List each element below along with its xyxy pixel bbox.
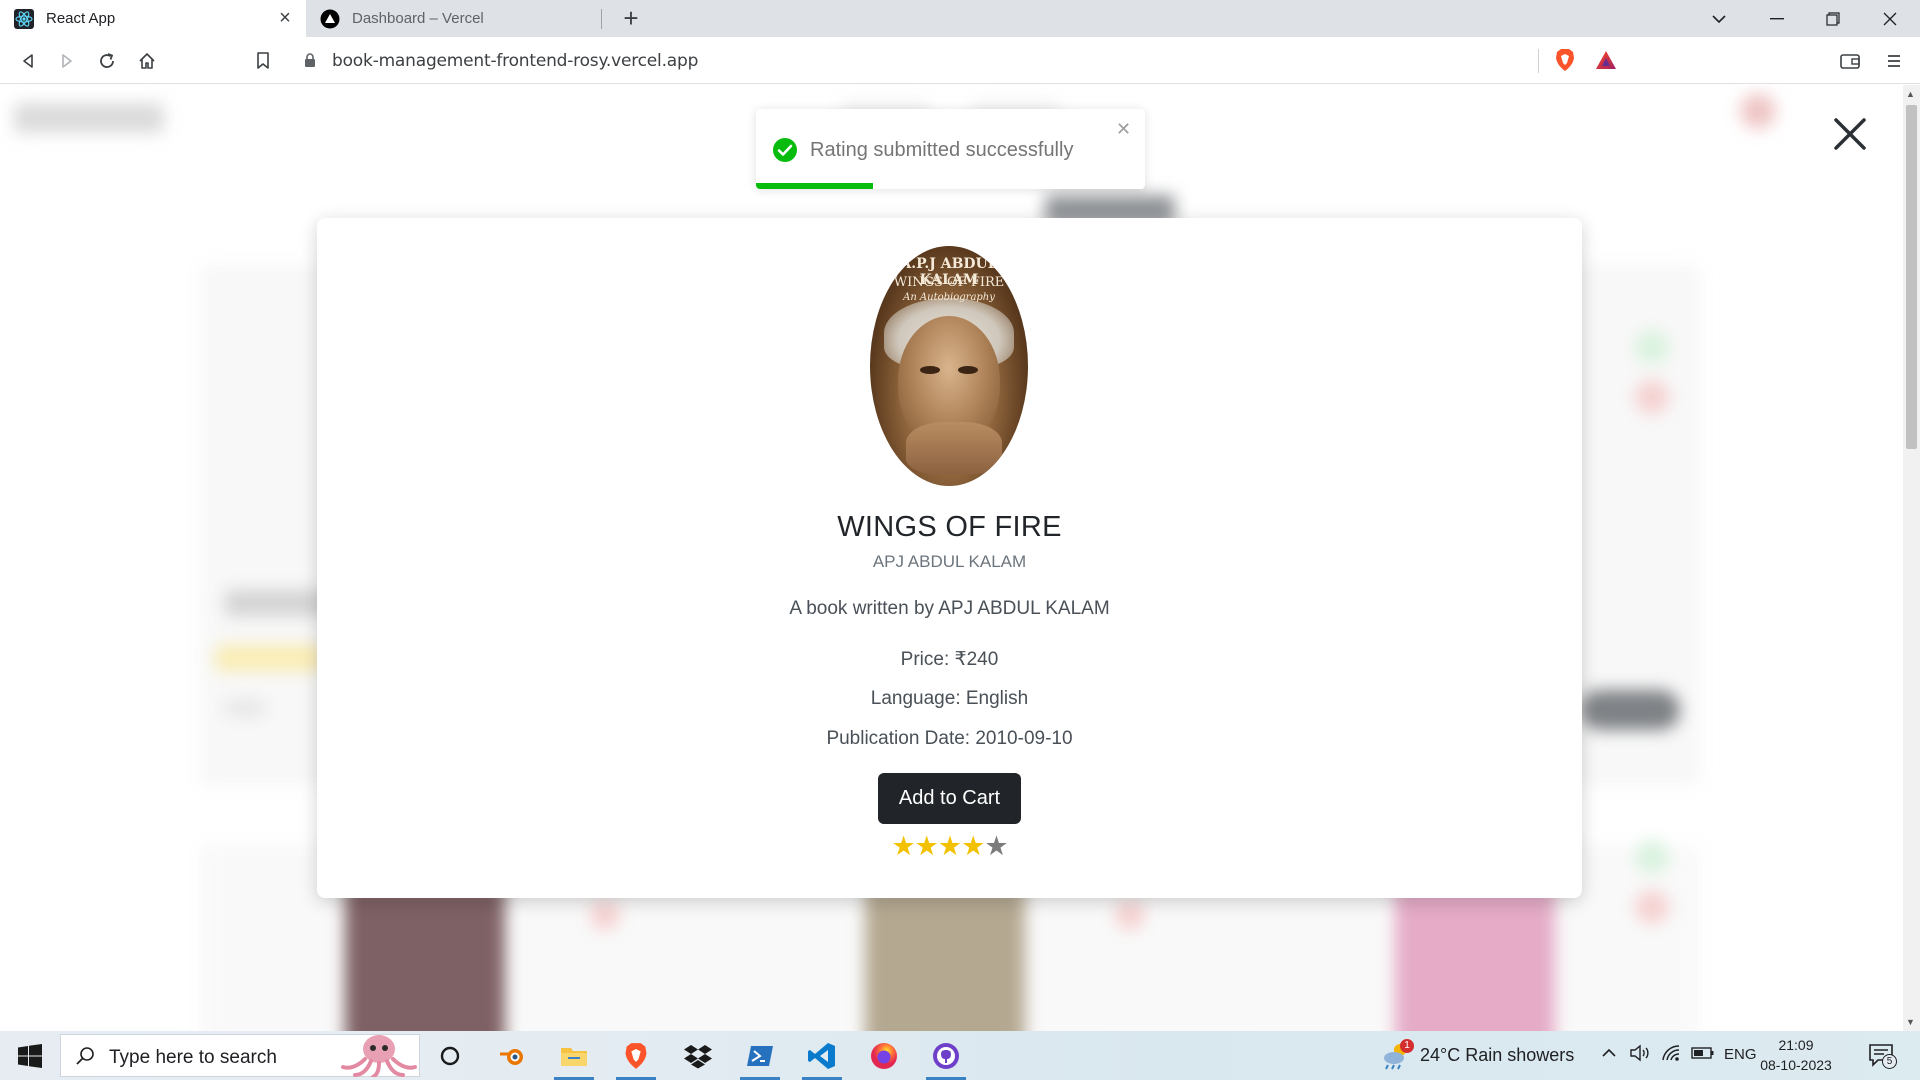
tab-vercel-dashboard[interactable]: Dashboard – Vercel [306, 0, 602, 37]
brave-rewards-icon[interactable] [1594, 49, 1618, 76]
bookmark-icon[interactable] [249, 47, 277, 75]
restore-icon[interactable] [1805, 0, 1861, 37]
tab-react-app[interactable]: React App × [0, 0, 306, 37]
react-icon [14, 8, 34, 29]
cover-title-text: WINGS OF FIRE [893, 275, 1005, 290]
cover-eye [920, 366, 940, 374]
reload-icon[interactable] [93, 47, 121, 75]
powershell-icon[interactable] [738, 1037, 782, 1080]
scroll-down-icon[interactable]: ▼ [1906, 1017, 1915, 1027]
book-language: Language: English [870, 688, 1029, 709]
cover-eye [958, 366, 978, 374]
clock-date: 08-10-2023 [1760, 1057, 1832, 1073]
octopus-illustration-icon [339, 1033, 419, 1079]
volume-icon[interactable] [1629, 1044, 1651, 1067]
menu-icon[interactable] [1880, 47, 1908, 75]
taskbar-clock[interactable]: 21:09 08-10-2023 [1748, 1035, 1844, 1075]
book-author: APJ ABDUL KALAM [872, 552, 1027, 571]
notification-center-icon[interactable]: 5 [1868, 1042, 1897, 1073]
dropbox-icon[interactable] [676, 1037, 720, 1075]
cover-hand [906, 422, 1002, 474]
book-description: A book written by APJ ABDUL KALAM [789, 598, 1110, 619]
firefox-icon[interactable] [862, 1037, 906, 1075]
book-title: WINGS OF FIRE [837, 511, 1062, 543]
page-scrollbar[interactable]: ▲ ▼ [1903, 85, 1920, 1031]
toast-close-icon[interactable]: ✕ [1116, 119, 1131, 140]
cover-subtitle-text: An Autobiography [903, 292, 995, 303]
star-2-icon[interactable]: ★ [915, 831, 939, 861]
toast-message: Rating submitted successfully [810, 139, 1074, 161]
close-tab-icon[interactable]: × [274, 7, 296, 29]
star-3-icon[interactable]: ★ [938, 831, 962, 861]
clock-time: 21:09 [1778, 1037, 1814, 1053]
star-1-icon[interactable]: ★ [891, 831, 915, 861]
book-publication-date: Publication Date: 2010-09-10 [826, 728, 1073, 749]
browser-tab-strip: React App × Dashboard – Vercel + [0, 0, 1920, 37]
weather-icon[interactable]: 1 [1380, 1039, 1414, 1071]
forward-icon[interactable] [53, 47, 81, 75]
tab-title: React App [46, 10, 116, 27]
url-text: book-management-frontend-rosy.vercel.app [332, 51, 699, 71]
tab-search-chevron-icon[interactable] [1691, 0, 1747, 37]
star-4-icon[interactable]: ★ [961, 831, 985, 861]
omnibox-separator [1538, 49, 1539, 73]
search-placeholder: Type here to search [109, 1047, 277, 1068]
add-to-cart-button[interactable]: Add to Cart [878, 773, 1021, 824]
close-modal-icon[interactable] [1830, 114, 1870, 154]
vscode-icon[interactable] [800, 1037, 844, 1080]
weather-badge: 1 [1400, 1039, 1414, 1053]
browser-toolbar: book-management-frontend-rosy.vercel.app [0, 37, 1920, 84]
back-icon[interactable] [14, 47, 42, 75]
success-check-icon [772, 137, 798, 163]
file-explorer-icon[interactable] [552, 1037, 596, 1080]
address-bar[interactable]: book-management-frontend-rosy.vercel.app [292, 43, 1628, 78]
battery-icon[interactable] [1691, 1046, 1715, 1065]
tab-separator [601, 9, 602, 29]
scroll-up-icon[interactable]: ▲ [1906, 89, 1915, 99]
star-rating[interactable]: ★★★★★ [317, 831, 1582, 862]
book-details-modal: A.P.J ABDUL KALAM WINGS OF FIRE An Autob… [317, 218, 1582, 898]
new-tab-button[interactable]: + [616, 3, 646, 33]
blender-icon[interactable] [490, 1037, 534, 1075]
taskbar-search-box[interactable]: Type here to search [60, 1033, 420, 1079]
show-hidden-icons-chevron-icon[interactable] [1601, 1046, 1617, 1064]
book-price: Price: ₹240 [900, 649, 999, 670]
minimize-icon[interactable] [1749, 0, 1805, 37]
brave-icon[interactable] [614, 1037, 658, 1080]
weather-text[interactable]: 24°C Rain showers [1420, 1045, 1574, 1066]
cortana-icon[interactable] [428, 1037, 472, 1075]
vercel-icon [320, 9, 340, 29]
star-5-icon[interactable]: ★ [984, 831, 1008, 861]
scrollbar-thumb[interactable] [1906, 105, 1917, 449]
search-icon [75, 1046, 95, 1071]
book-cover-image: A.P.J ABDUL KALAM WINGS OF FIRE An Autob… [870, 246, 1028, 486]
toast-progress-bar [756, 183, 873, 189]
github-desktop-icon[interactable] [924, 1037, 968, 1080]
brave-shields-icon[interactable] [1554, 48, 1576, 77]
wallet-icon[interactable] [1836, 47, 1864, 75]
windows-taskbar: Type here to search 1 24°C Rain showers … [0, 1031, 1920, 1080]
notification-count-badge: 5 [1882, 1054, 1897, 1069]
lock-icon [304, 53, 316, 73]
tab-title: Dashboard – Vercel [352, 10, 484, 27]
close-window-icon[interactable] [1862, 0, 1918, 37]
home-icon[interactable] [133, 47, 161, 75]
wifi-icon[interactable] [1661, 1044, 1681, 1067]
success-toast: Rating submitted successfully ✕ [756, 109, 1145, 189]
windows-start-icon[interactable] [10, 1041, 50, 1071]
